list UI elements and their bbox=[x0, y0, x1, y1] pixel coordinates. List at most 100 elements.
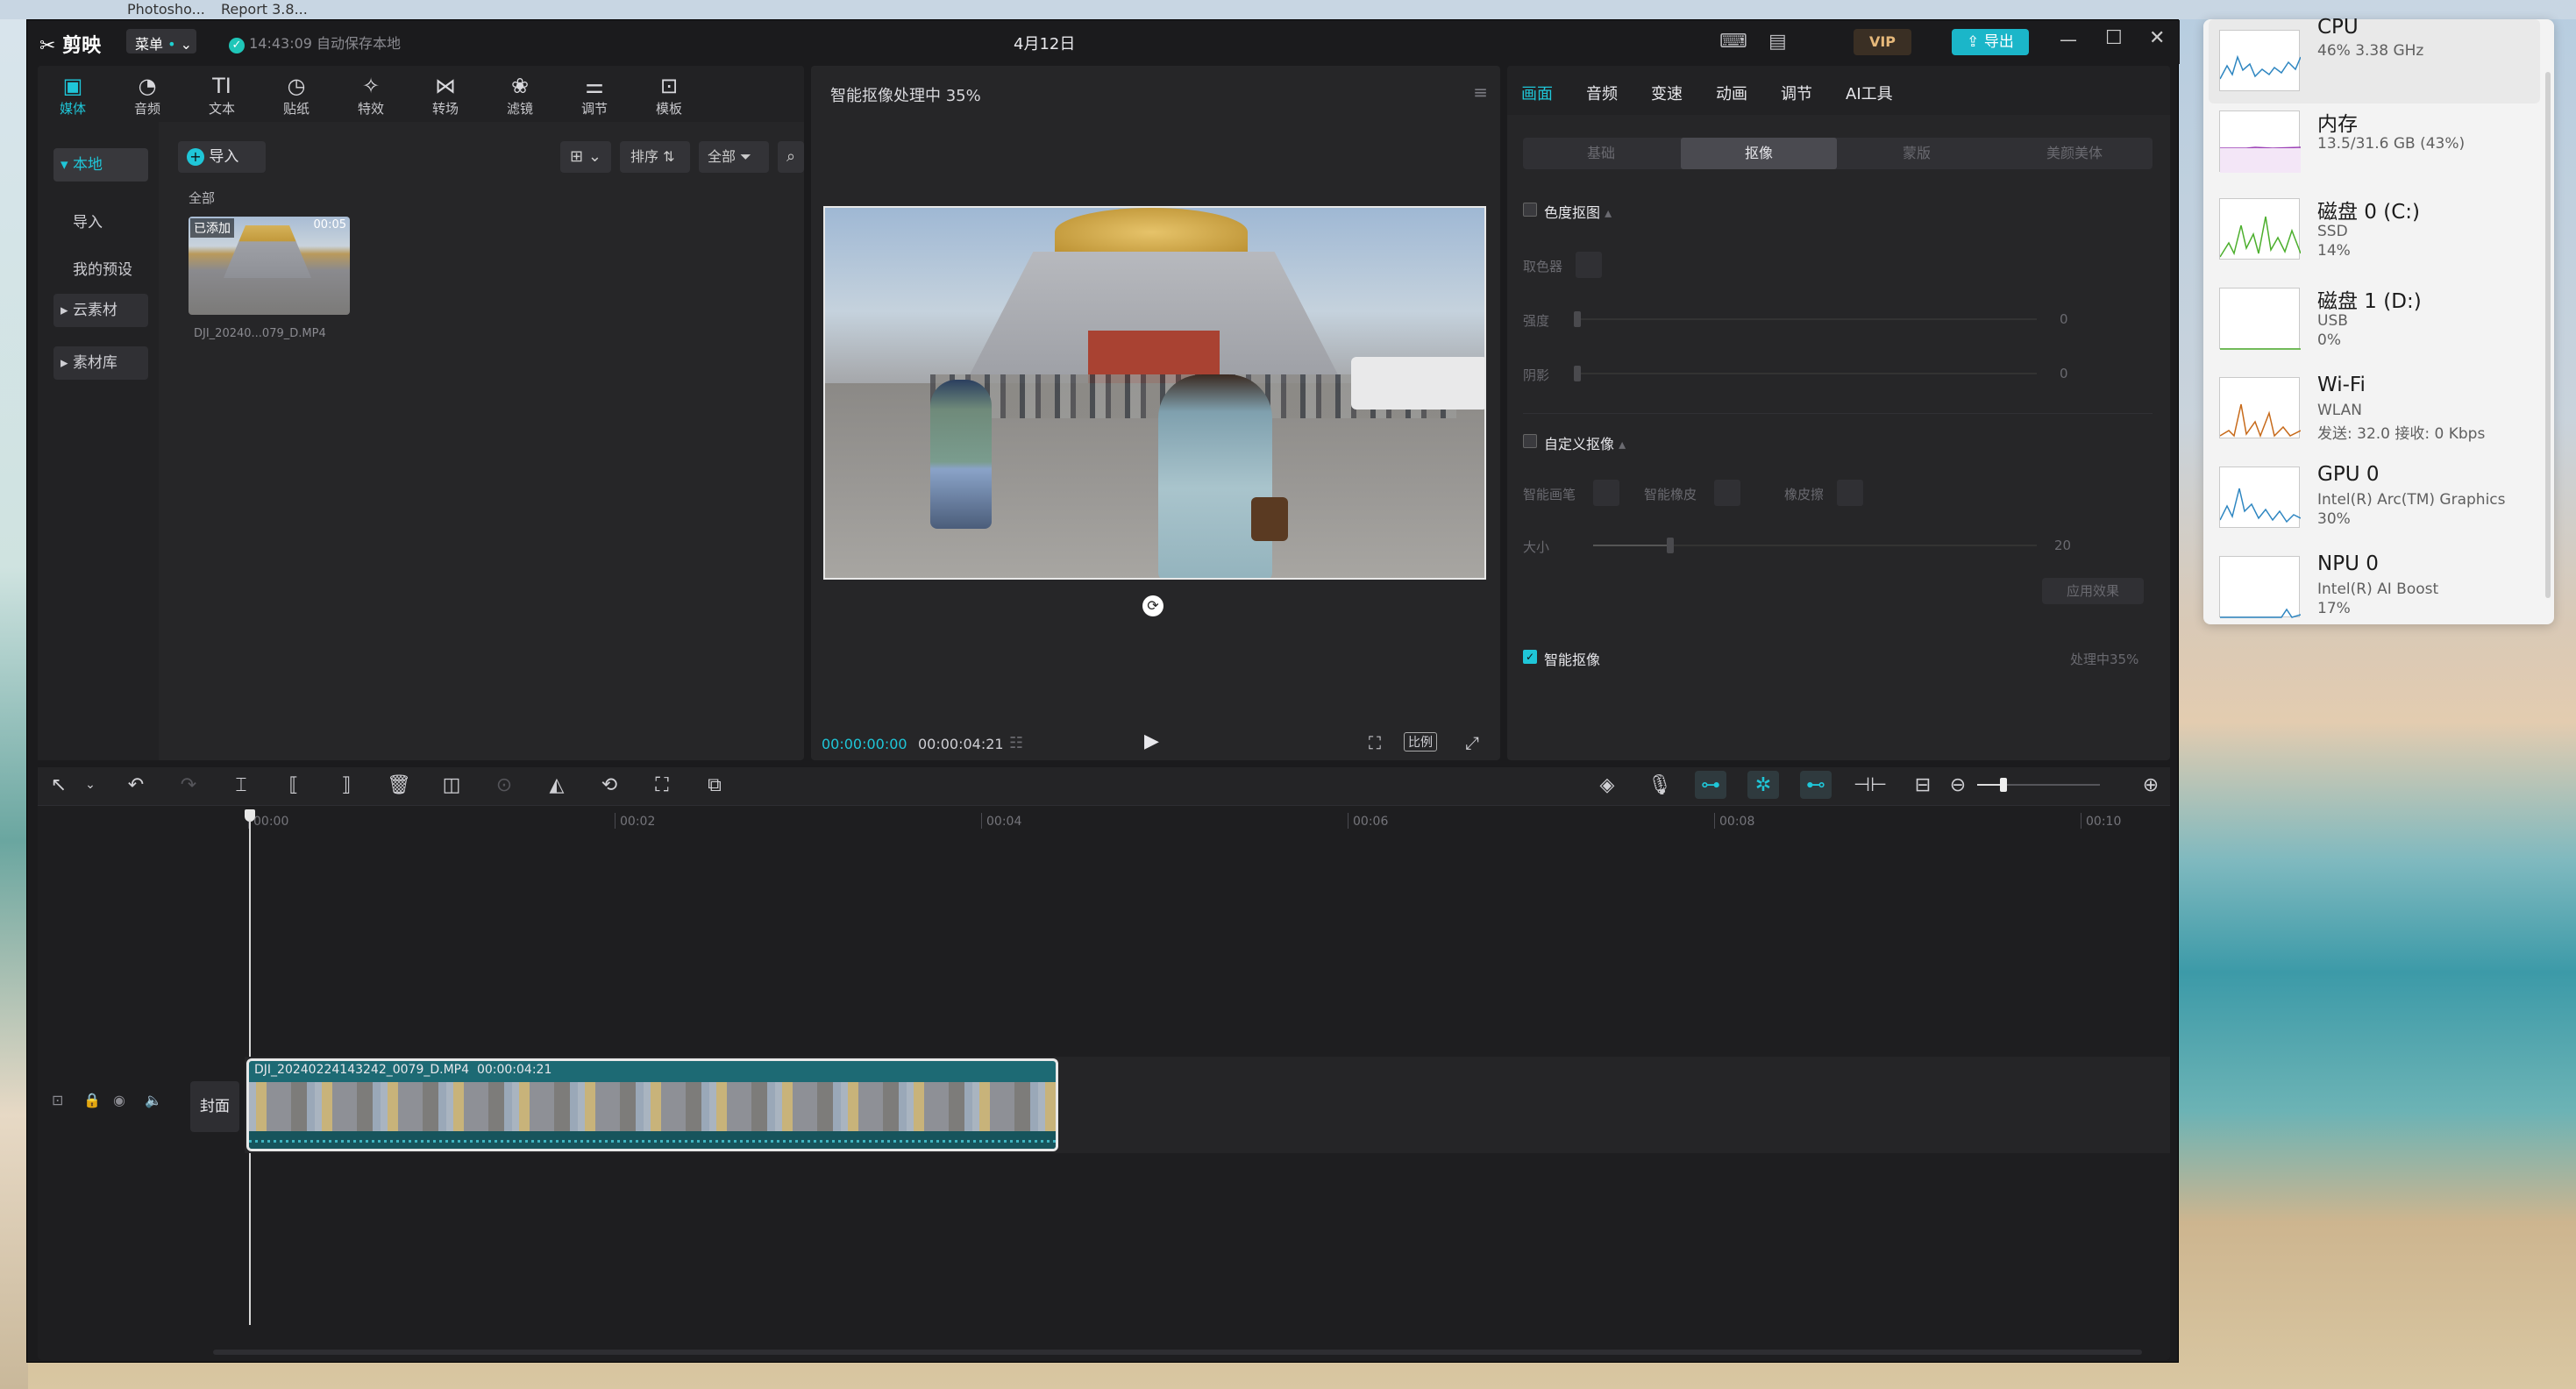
search-icon[interactable]: ⌕ bbox=[778, 141, 804, 173]
tab-adjust[interactable]: ⚌ 调节 bbox=[568, 73, 621, 118]
maximize-icon[interactable]: ☐ bbox=[2105, 27, 2123, 49]
size-slider[interactable] bbox=[1593, 538, 2037, 553]
video-preview[interactable] bbox=[823, 206, 1486, 580]
rotate-clip-icon[interactable]: ⟲ bbox=[592, 767, 627, 802]
smart-eraser-button[interactable] bbox=[1714, 480, 1740, 506]
split-preview-icon[interactable]: ⊣⊢ bbox=[1853, 767, 1888, 802]
zoom-out-icon[interactable]: ⊖ bbox=[1940, 767, 1975, 802]
import-button[interactable]: + 导入 bbox=[178, 141, 266, 173]
task-manager-scrollbar[interactable] bbox=[2545, 72, 2551, 598]
perf-item-memory[interactable]: 内存 13.5/31.6 GB (43%) bbox=[2209, 100, 2540, 184]
perf-item-disk1[interactable]: 磁盘 1 (D:) USB 0% bbox=[2209, 277, 2540, 361]
zoom-handle[interactable] bbox=[2000, 778, 2007, 792]
tab-speed[interactable]: 变速 bbox=[1651, 82, 1683, 104]
tab-text[interactable]: TI 文本 bbox=[196, 73, 248, 118]
close-icon[interactable]: ✕ bbox=[2149, 27, 2165, 49]
chevron-down-icon[interactable]: ⌄ bbox=[73, 767, 108, 802]
smart-brush-button[interactable] bbox=[1593, 480, 1619, 506]
view-mode-button[interactable]: ⊞ ⌄ bbox=[560, 141, 611, 173]
tab-filter[interactable]: ❀ 滤镜 bbox=[494, 73, 546, 118]
tab-audio[interactable]: ◔ 音频 bbox=[121, 73, 174, 118]
mirror-icon[interactable]: ◭ bbox=[539, 767, 574, 802]
eye-icon[interactable]: ◉ bbox=[113, 1092, 125, 1108]
shadow-slider[interactable] bbox=[1574, 366, 2037, 381]
perf-item-npu[interactable]: NPU 0 Intel(R) AI Boost 17% bbox=[2209, 545, 2540, 630]
menu-icon[interactable]: ≡ bbox=[1473, 82, 1488, 103]
cover-button[interactable]: 封面 bbox=[190, 1081, 239, 1132]
timeline-scrollbar[interactable] bbox=[213, 1350, 2142, 1355]
shadow-value[interactable]: 0 bbox=[2060, 366, 2068, 381]
fit-screen-icon[interactable]: ⛶ bbox=[1369, 732, 1381, 753]
speaker-icon[interactable]: 🔈 bbox=[145, 1092, 162, 1108]
apply-effect-button[interactable]: 应用效果 bbox=[2042, 578, 2144, 604]
tab-animation[interactable]: 动画 bbox=[1716, 82, 1747, 104]
zoom-slider[interactable] bbox=[1977, 778, 2100, 792]
subtab-cutout[interactable]: 抠像 bbox=[1681, 138, 1837, 169]
sort-button[interactable]: 排序 ⇅ bbox=[620, 141, 690, 173]
sidebar-item-local[interactable]: ▾ 本地 bbox=[53, 148, 148, 182]
tab-ai-tools[interactable]: AI工具 bbox=[1846, 82, 1893, 104]
ai-marker-icon[interactable]: ◈ bbox=[1590, 767, 1625, 802]
smart-cutout-checkbox[interactable]: ✓ bbox=[1523, 650, 1537, 664]
fullscreen-icon[interactable]: ⤢ bbox=[1465, 732, 1479, 753]
perf-item-disk0[interactable]: 磁盘 0 (C:) SSD 14% bbox=[2209, 188, 2540, 272]
rotate-icon[interactable]: ⟳ bbox=[1142, 595, 1163, 616]
link-icon[interactable]: ⊷ bbox=[1800, 771, 1832, 799]
layout-icon[interactable]: ▤ bbox=[1768, 31, 1787, 53]
filter-button[interactable]: 全部 ⏷ bbox=[699, 141, 769, 173]
microphone-icon[interactable]: 🎙 bbox=[1642, 767, 1677, 802]
subtab-basic[interactable]: 基础 bbox=[1523, 138, 1679, 169]
zoom-in-icon[interactable]: ⊕ bbox=[2133, 767, 2168, 802]
select-tool-icon[interactable]: ↖ bbox=[41, 767, 76, 802]
custom-cutout-checkbox[interactable] bbox=[1523, 434, 1537, 448]
time-ruler[interactable]: 00:00 00:02 00:04 00:06 00:08 00:10 bbox=[248, 808, 2160, 830]
shortcut-icon[interactable]: ⌨ bbox=[1719, 31, 1747, 53]
tab-adjust-prop[interactable]: 调节 bbox=[1781, 82, 1812, 104]
minimize-icon[interactable]: — bbox=[2060, 29, 2077, 50]
tab-picture[interactable]: 画面 bbox=[1521, 82, 1553, 104]
tab-media[interactable]: ▣ 媒体 bbox=[46, 73, 99, 118]
record-icon[interactable]: ⊙ bbox=[487, 767, 522, 802]
preview-axis-icon[interactable]: ⊟ bbox=[1905, 767, 1940, 802]
split-icon[interactable]: ⌶ bbox=[224, 767, 259, 802]
split-left-icon[interactable]: ⟦ bbox=[276, 767, 311, 802]
ratio-button[interactable]: 比例 bbox=[1404, 732, 1437, 751]
delete-icon[interactable]: 🗑 bbox=[381, 767, 416, 802]
strength-value[interactable]: 0 bbox=[2060, 311, 2068, 327]
lock-icon[interactable]: 🔒 bbox=[83, 1092, 101, 1108]
color-picker-swatch[interactable] bbox=[1576, 252, 1602, 278]
perf-item-wifi[interactable]: Wi-Fi WLAN 发送: 32.0 接收: 0 Kbps bbox=[2209, 367, 2540, 451]
slider-handle[interactable] bbox=[1574, 311, 1581, 327]
split-right-icon[interactable]: ⟧ bbox=[329, 767, 364, 802]
picture-in-picture-icon[interactable]: ⧉ bbox=[697, 767, 732, 802]
tab-template[interactable]: ⊡ 模板 bbox=[643, 73, 695, 118]
strength-slider[interactable] bbox=[1574, 311, 2037, 327]
sidebar-item-import[interactable]: 导入 bbox=[73, 210, 103, 232]
slider-handle[interactable] bbox=[1574, 366, 1581, 381]
slider-handle[interactable] bbox=[1667, 538, 1674, 553]
vip-button[interactable]: VIP bbox=[1854, 29, 1911, 55]
menu-button[interactable]: 菜单 • ⌄ bbox=[126, 29, 196, 53]
video-clip[interactable]: DJI_20240224143242_0079_D.MP4 00:00:04:2… bbox=[246, 1058, 1058, 1151]
export-button[interactable]: ⇪ 导出 bbox=[1952, 29, 2029, 55]
magnet-icon[interactable]: ✲ bbox=[1747, 771, 1779, 799]
waveform-icon[interactable]: ☷ bbox=[1009, 734, 1023, 752]
chroma-checkbox[interactable] bbox=[1523, 203, 1537, 217]
perf-item-cpu[interactable]: CPU 46% 3.38 GHz bbox=[2209, 16, 2540, 103]
crop-icon[interactable]: ⛶ bbox=[644, 767, 680, 802]
tab-transition[interactable]: ⋈ 转场 bbox=[419, 73, 472, 118]
size-value[interactable]: 20 bbox=[2054, 538, 2071, 553]
link-track-icon[interactable]: ⊶ bbox=[1695, 771, 1726, 799]
perf-item-gpu[interactable]: GPU 0 Intel(R) Arc(TM) Graphics 30% bbox=[2209, 456, 2540, 540]
tab-effects[interactable]: ✧ 特效 bbox=[345, 73, 397, 118]
sidebar-item-presets[interactable]: 我的预设 bbox=[73, 257, 132, 279]
undo-icon[interactable]: ↶ bbox=[118, 767, 153, 802]
sidebar-item-cloud[interactable]: ▸ 云素材 bbox=[53, 294, 148, 327]
track-hide-icon[interactable]: ⊡ bbox=[52, 1092, 63, 1108]
eraser-button[interactable] bbox=[1837, 480, 1863, 506]
subtab-beauty[interactable]: 美颜美体 bbox=[1996, 138, 2153, 169]
play-icon[interactable]: ▶ bbox=[1144, 730, 1159, 752]
media-clip-thumbnail[interactable]: 已添加 00:05 bbox=[189, 217, 350, 315]
redo-icon[interactable]: ↷ bbox=[171, 767, 206, 802]
freeze-icon[interactable]: ◫ bbox=[434, 767, 469, 802]
